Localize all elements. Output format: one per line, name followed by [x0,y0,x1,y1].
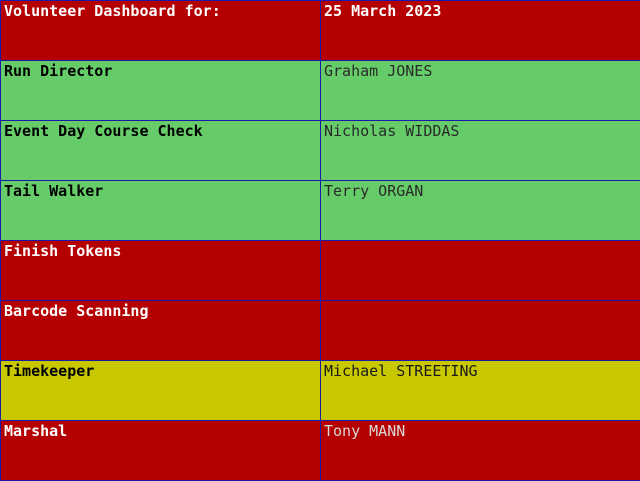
role-row-event-day-course-check: Event Day Course Check Nicholas WIDDAS [1,121,640,181]
role-row-marshal: Marshal Tony MANN [1,421,640,481]
role-label: Run Director [1,61,321,121]
volunteer-dashboard-table: Volunteer Dashboard for: 25 March 2023 R… [0,0,640,481]
role-row-tail-walker: Tail Walker Terry ORGAN [1,181,640,241]
dashboard-title: Volunteer Dashboard for: [1,1,321,61]
volunteer-name [321,301,640,361]
role-label: Finish Tokens [1,241,321,301]
role-label: Event Day Course Check [1,121,321,181]
volunteer-name [321,241,640,301]
volunteer-name: Nicholas WIDDAS [321,121,640,181]
role-label: Marshal [1,421,321,481]
volunteer-name: Terry ORGAN [321,181,640,241]
event-date: 25 March 2023 [321,1,640,61]
role-row-barcode-scanning: Barcode Scanning [1,301,640,361]
volunteer-name: Graham JONES [321,61,640,121]
volunteer-name: Tony MANN [321,421,640,481]
role-row-timekeeper: Timekeeper Michael STREETING [1,361,640,421]
role-label: Barcode Scanning [1,301,321,361]
role-row-run-director: Run Director Graham JONES [1,61,640,121]
volunteer-name: Michael STREETING [321,361,640,421]
role-label: Timekeeper [1,361,321,421]
role-row-finish-tokens: Finish Tokens [1,241,640,301]
role-label: Tail Walker [1,181,321,241]
dashboard-header-row: Volunteer Dashboard for: 25 March 2023 [1,1,640,61]
